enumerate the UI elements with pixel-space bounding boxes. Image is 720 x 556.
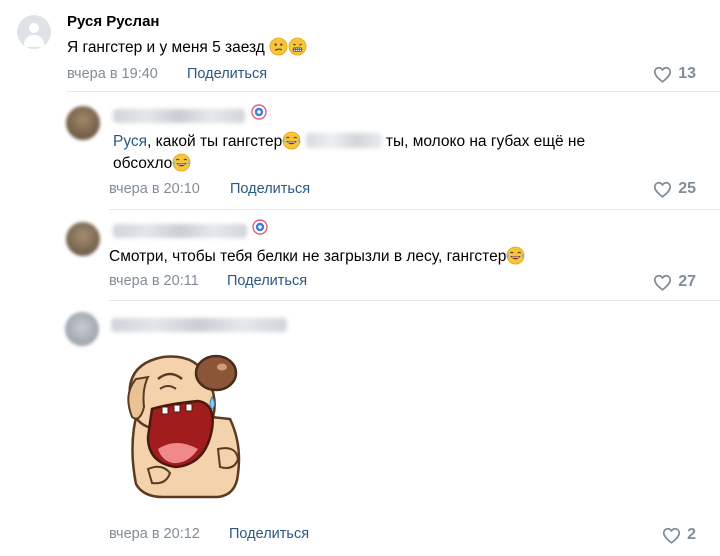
like-count: 27	[678, 273, 696, 290]
blurred-author-name[interactable]	[113, 109, 245, 123]
comment-2: Руся, какой ты гангстер ты, молоко на гу…	[0, 92, 720, 210]
avatar[interactable]	[66, 222, 100, 256]
profile-badge-icon	[251, 104, 267, 120]
heart-outline-icon	[653, 181, 672, 198]
share-link[interactable]: Поделиться	[187, 66, 267, 82]
like-button[interactable]: 25	[653, 179, 696, 199]
comment-4: вчера в 20:12 Поделиться 2	[0, 301, 720, 556]
comment-time: вчера в 20:11	[109, 273, 199, 289]
comment-text: Я гангстер и у меня 5 заезд	[67, 36, 307, 59]
comment-text-line2: обсохло	[113, 152, 191, 175]
comment-text-content: обсохло	[113, 155, 173, 172]
tears-of-joy-emoji-icon	[172, 153, 191, 172]
laughing-dog-sticker	[127, 354, 241, 499]
heart-outline-icon	[662, 527, 681, 544]
heart-outline-icon	[653, 66, 672, 83]
avatar-shoulders	[24, 35, 44, 47]
comment-text-content: Смотри, чтобы тебя белки не загрызли в л…	[109, 248, 507, 265]
comment-3: Смотри, чтобы тебя белки не загрызли в л…	[0, 210, 720, 302]
like-button[interactable]: 2	[662, 525, 696, 545]
mention-link[interactable]: Руся	[113, 133, 147, 150]
comment-text: Смотри, чтобы тебя белки не загрызли в л…	[109, 245, 525, 268]
avatar-head	[29, 23, 39, 33]
avatar[interactable]	[66, 106, 100, 140]
like-count: 2	[687, 526, 696, 543]
share-link[interactable]: Поделиться	[229, 526, 309, 542]
comment-1: Руся Руслан Я гангстер и у меня 5 заезд …	[0, 0, 720, 92]
grimacing-face-emoji-icon	[288, 37, 307, 56]
confused-face-emoji-icon	[269, 37, 288, 56]
like-button[interactable]: 13	[653, 64, 696, 84]
avatar[interactable]	[17, 15, 51, 49]
comment-text: Руся, какой ты гангстер ты, молоко на гу…	[113, 130, 585, 153]
comment-text-part-b: ты, молоко на губах ещё не	[385, 133, 586, 150]
heart-outline-icon	[653, 274, 672, 291]
blurred-author-name[interactable]	[113, 224, 247, 238]
comment-time: вчера в 20:12	[109, 526, 200, 542]
blurred-text	[305, 133, 382, 148]
tears-of-joy-emoji-icon	[506, 246, 525, 265]
comment-author[interactable]: Руся Руслан	[67, 13, 159, 30]
like-count: 13	[678, 65, 696, 82]
comment-time: вчера в 19:40	[67, 66, 158, 82]
like-button[interactable]: 27	[653, 272, 696, 292]
comment-text-content: Я гангстер и у меня 5 заезд	[67, 39, 265, 56]
tears-of-joy-emoji-icon	[282, 131, 301, 150]
blurred-author-name[interactable]	[111, 318, 287, 332]
profile-badge-icon	[252, 219, 268, 235]
comment-time: вчера в 20:10	[109, 181, 200, 197]
share-link[interactable]: Поделиться	[227, 273, 307, 289]
avatar[interactable]	[65, 312, 99, 346]
like-count: 25	[678, 180, 696, 197]
share-link[interactable]: Поделиться	[230, 181, 310, 197]
comment-text-part-a: , какой ты гангстер	[147, 133, 283, 150]
